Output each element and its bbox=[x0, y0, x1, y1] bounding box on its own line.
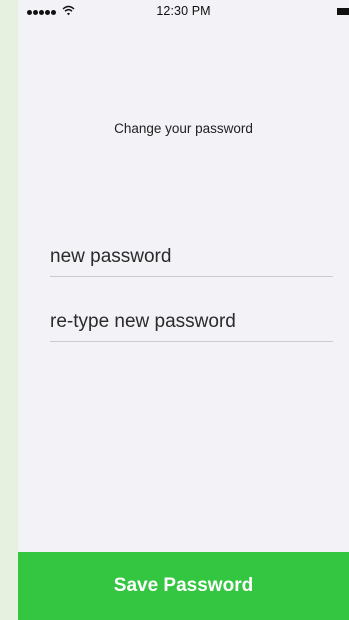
status-time: 12:30 PM bbox=[156, 4, 211, 18]
status-bar: 12:30 PM bbox=[18, 0, 349, 22]
page-title: Change your password bbox=[114, 121, 253, 136]
phone-screen: 12:30 PM Change your password Save Passw… bbox=[18, 0, 349, 620]
save-password-button[interactable]: Save Password bbox=[18, 552, 349, 620]
new-password-input[interactable] bbox=[50, 238, 333, 276]
retype-password-field bbox=[50, 303, 333, 342]
battery-icon bbox=[337, 8, 349, 15]
retype-password-input[interactable] bbox=[50, 303, 333, 341]
new-password-field bbox=[50, 238, 333, 277]
